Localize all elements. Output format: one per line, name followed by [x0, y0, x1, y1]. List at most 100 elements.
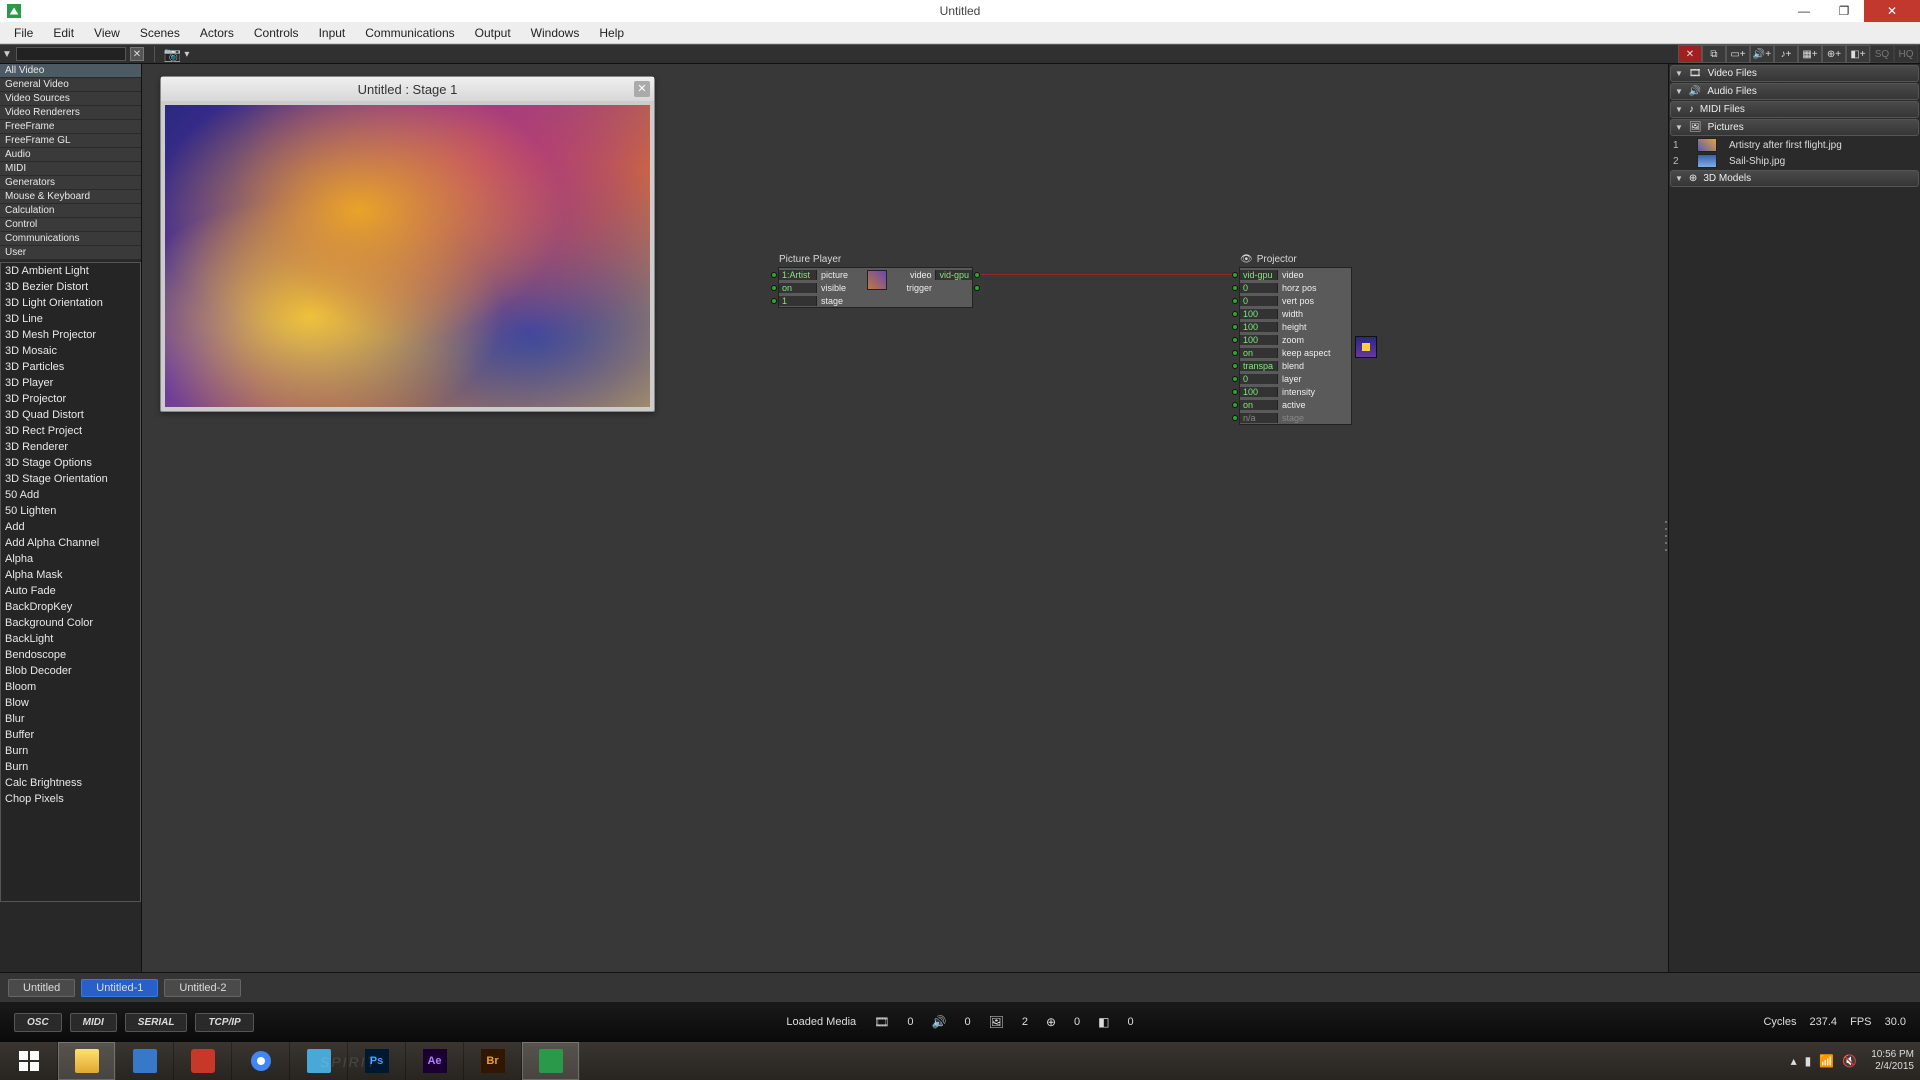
port-value[interactable]: 100: [1240, 335, 1278, 345]
actor-item[interactable]: 3D Line: [1, 311, 140, 327]
port-value[interactable]: 0: [1240, 374, 1278, 384]
actor-item[interactable]: 3D Stage Orientation: [1, 471, 140, 487]
close-button[interactable]: ✕: [1864, 0, 1920, 22]
protocol-tab[interactable]: MIDI: [70, 1013, 117, 1032]
port-value[interactable]: 0: [1240, 283, 1278, 293]
media-item[interactable]: 1Artistry after first flight.jpg: [1669, 137, 1920, 153]
actor-item[interactable]: Buffer: [1, 727, 140, 743]
actor-item[interactable]: 50 Lighten: [1, 503, 140, 519]
category-item[interactable]: Generators: [0, 176, 141, 190]
input-port[interactable]: [1232, 376, 1238, 382]
input-port[interactable]: [1232, 311, 1238, 317]
input-port[interactable]: [1232, 389, 1238, 395]
menu-output[interactable]: Output: [465, 26, 521, 40]
media-group-header[interactable]: ▼⊕3D Models: [1670, 170, 1919, 187]
media-group-header[interactable]: ▼♪MIDI Files: [1670, 101, 1919, 118]
menu-edit[interactable]: Edit: [43, 26, 84, 40]
taskbar-explorer[interactable]: [58, 1042, 116, 1080]
media-group-header[interactable]: ▼🔊Audio Files: [1670, 83, 1919, 100]
port-value[interactable]: n/a: [1240, 413, 1278, 423]
stage-close-button[interactable]: ✕: [634, 81, 650, 97]
clear-search-button[interactable]: ✕: [130, 47, 144, 61]
actor-item[interactable]: Calc Brightness: [1, 775, 140, 791]
actor-item[interactable]: 3D Bezier Distort: [1, 279, 140, 295]
actor-item[interactable]: 3D Quad Distort: [1, 407, 140, 423]
menu-help[interactable]: Help: [589, 26, 634, 40]
input-port[interactable]: [771, 298, 777, 304]
actor-item[interactable]: 3D Mesh Projector: [1, 327, 140, 343]
scene-canvas[interactable]: Untitled : Stage 1 ✕ Picture Player 1:Ar…: [142, 64, 1668, 972]
input-port[interactable]: [1232, 298, 1238, 304]
quality-sq-button[interactable]: SQ: [1870, 45, 1894, 63]
actor-item[interactable]: 3D Particles: [1, 359, 140, 375]
input-port[interactable]: [771, 272, 777, 278]
actor-item[interactable]: Alpha: [1, 551, 140, 567]
taskbar-isadora[interactable]: [522, 1042, 580, 1080]
menu-windows[interactable]: Windows: [521, 26, 590, 40]
port-value[interactable]: 100: [1240, 309, 1278, 319]
port-value[interactable]: on: [779, 283, 817, 293]
category-item[interactable]: Calculation: [0, 204, 141, 218]
scene-tab[interactable]: Untitled: [8, 979, 75, 997]
port-value[interactable]: on: [1240, 400, 1278, 410]
protocol-tab[interactable]: SERIAL: [125, 1013, 188, 1032]
actor-item[interactable]: Add Alpha Channel: [1, 535, 140, 551]
menu-controls[interactable]: Controls: [244, 26, 309, 40]
start-button[interactable]: [0, 1042, 58, 1080]
taskbar-app-1[interactable]: [116, 1042, 174, 1080]
panel-resize-handle[interactable]: [1663, 518, 1669, 554]
input-port[interactable]: [1232, 324, 1238, 330]
category-item[interactable]: Communications: [0, 232, 141, 246]
media-item[interactable]: 2Sail-Ship.jpg: [1669, 153, 1920, 169]
scene-tab[interactable]: Untitled-2: [164, 979, 241, 997]
actor-item[interactable]: Add: [1, 519, 140, 535]
taskbar-bridge[interactable]: Br: [464, 1042, 522, 1080]
category-item[interactable]: FreeFrame GL: [0, 134, 141, 148]
scene-tab[interactable]: Untitled-1: [81, 979, 158, 997]
input-port[interactable]: [1232, 272, 1238, 278]
actor-item[interactable]: Blob Decoder: [1, 663, 140, 679]
input-port[interactable]: [1232, 363, 1238, 369]
input-port[interactable]: [1232, 402, 1238, 408]
actor-item[interactable]: 3D Rect Project: [1, 423, 140, 439]
menu-communications[interactable]: Communications: [355, 26, 464, 40]
actor-item[interactable]: 3D Stage Options: [1, 455, 140, 471]
tray-up-icon[interactable]: ▴: [1791, 1054, 1797, 1068]
actor-item[interactable]: Chop Pixels: [1, 791, 140, 807]
tool-button-1[interactable]: ⧉: [1702, 45, 1726, 63]
actor-item[interactable]: Background Color: [1, 615, 140, 631]
tool-button-7[interactable]: ◧+: [1846, 45, 1870, 63]
tool-button-3[interactable]: 🔊+: [1750, 45, 1774, 63]
tray-clock[interactable]: 10:56 PM 2/4/2015: [1871, 1049, 1914, 1073]
category-item[interactable]: FreeFrame: [0, 120, 141, 134]
port-value[interactable]: 1: [779, 296, 817, 306]
actor-item[interactable]: Blur: [1, 711, 140, 727]
port-value[interactable]: 100: [1240, 387, 1278, 397]
menu-view[interactable]: View: [84, 26, 130, 40]
tray-wifi-icon[interactable]: 📶: [1819, 1054, 1834, 1068]
media-group-header[interactable]: ▼🖼Pictures: [1670, 119, 1919, 136]
actor-item[interactable]: Alpha Mask: [1, 567, 140, 583]
category-item[interactable]: All Video: [0, 64, 141, 78]
taskbar-chrome[interactable]: [232, 1042, 290, 1080]
input-port[interactable]: [1232, 415, 1238, 421]
actor-item[interactable]: Auto Fade: [1, 583, 140, 599]
media-group-header[interactable]: ▼🎞Video Files: [1670, 65, 1919, 82]
port-value[interactable]: on: [1240, 348, 1278, 358]
actor-item[interactable]: BackDropKey: [1, 599, 140, 615]
port-value[interactable]: vid-gpu: [935, 270, 972, 280]
actor-item[interactable]: 3D Projector: [1, 391, 140, 407]
minimize-button[interactable]: —: [1784, 0, 1824, 22]
actor-item[interactable]: 3D Renderer: [1, 439, 140, 455]
dropdown-icon[interactable]: ▼: [2, 49, 12, 60]
actor-item[interactable]: Blow: [1, 695, 140, 711]
node-projector[interactable]: 👁Projector vid-gpuvideo0horz pos0vert po…: [1239, 267, 1352, 425]
menu-input[interactable]: Input: [309, 26, 356, 40]
actor-item[interactable]: 3D Light Orientation: [1, 295, 140, 311]
tool-button-6[interactable]: ⊕+: [1822, 45, 1846, 63]
tool-button-2[interactable]: ▭+: [1726, 45, 1750, 63]
category-item[interactable]: MIDI: [0, 162, 141, 176]
input-port[interactable]: [1232, 337, 1238, 343]
tray-volume-icon[interactable]: 🔇: [1842, 1054, 1857, 1068]
menu-actors[interactable]: Actors: [190, 26, 244, 40]
